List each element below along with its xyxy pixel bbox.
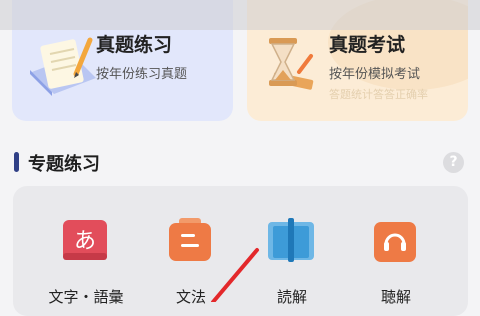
practice-card-subtitle: 按年份练习真题: [96, 67, 188, 82]
exam-card-extra: 答题统计答答正确率: [329, 88, 428, 101]
practice-card-title: 真题练习: [96, 34, 173, 56]
status-overlay: [0, 0, 480, 30]
exam-card-title: 真题考试: [329, 34, 406, 56]
section-title: 专题练习: [28, 154, 100, 175]
paper-pen-icon: [30, 37, 96, 96]
topic-vocabulary-label: 文字・語彙: [48, 288, 124, 306]
section-accent-bar: [14, 152, 19, 172]
help-icon[interactable]: ?: [443, 152, 464, 173]
exam-card-subtitle: 按年份模拟考试: [329, 67, 421, 82]
annotation-stroke: [211, 248, 259, 302]
headphones-icon: [374, 222, 416, 262]
hourglass-icon: [269, 38, 314, 90]
kana-glyph: あ: [74, 229, 96, 254]
kana-icon: あ: [63, 220, 107, 260]
book-icon: [268, 218, 314, 262]
topic-listening-label: 聴解: [380, 288, 411, 306]
